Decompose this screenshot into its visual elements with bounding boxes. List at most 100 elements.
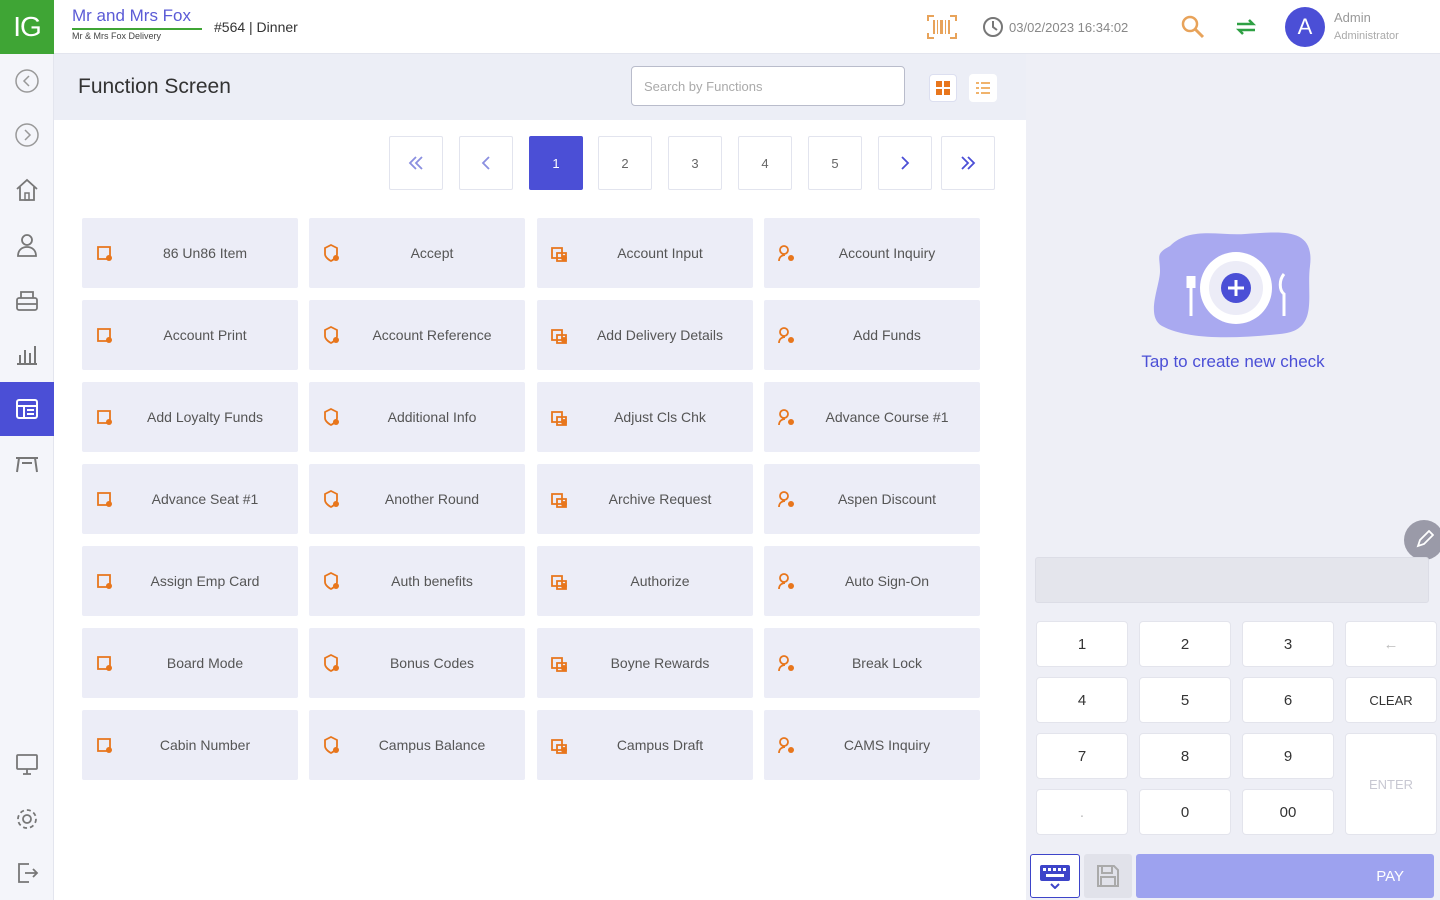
avatar[interactable]: A <box>1285 7 1325 47</box>
key-backspace[interactable]: ← <box>1345 621 1437 667</box>
key-5[interactable]: 5 <box>1139 677 1231 723</box>
function-icon <box>778 573 794 590</box>
edit-button[interactable] <box>1404 520 1440 560</box>
pay-button[interactable]: PAY <box>1136 854 1434 898</box>
sidebar-item-functions[interactable] <box>0 382 54 436</box>
function-tile-label: Board Mode <box>166 655 244 671</box>
page-3-button[interactable]: 3 <box>668 136 722 190</box>
function-tile[interactable]: Aspen Discount <box>764 464 980 534</box>
forward-circle-icon <box>15 123 39 147</box>
new-check-plate-icon[interactable] <box>1150 226 1320 342</box>
page-1-button[interactable]: 1 <box>529 136 583 190</box>
function-tile[interactable]: Advance Seat #1 <box>82 464 298 534</box>
user-role: Administrator <box>1334 30 1399 42</box>
function-tile[interactable]: Add Delivery Details <box>537 300 753 370</box>
key-0[interactable]: 0 <box>1139 789 1231 835</box>
user-name: Admin <box>1334 10 1371 25</box>
key-6[interactable]: 6 <box>1242 677 1334 723</box>
back-circle-icon <box>15 69 39 93</box>
chevron-right-icon <box>901 156 910 170</box>
function-tile-label: Advance Seat #1 <box>151 491 259 507</box>
key-7[interactable]: 7 <box>1036 733 1128 779</box>
sidebar <box>0 54 54 900</box>
function-tile[interactable]: Add Funds <box>764 300 980 370</box>
function-tile[interactable]: CAMS Inquiry <box>764 710 980 780</box>
sidebar-item-forward[interactable] <box>0 108 54 162</box>
function-tile-label: Campus Draft <box>616 737 704 753</box>
sidebar-item-tables[interactable] <box>0 436 54 490</box>
key-decimal[interactable]: . <box>1036 789 1128 835</box>
function-tile[interactable]: Account Inquiry <box>764 218 980 288</box>
keyboard-button[interactable] <box>1030 854 1080 898</box>
page-4-button[interactable]: 4 <box>738 136 792 190</box>
sidebar-item-monitor[interactable] <box>0 737 54 791</box>
sidebar-item-user[interactable] <box>0 218 54 272</box>
function-icon <box>97 492 112 507</box>
save-button[interactable] <box>1084 854 1132 898</box>
barcode-scan-icon[interactable] <box>926 14 958 40</box>
key-enter[interactable]: ENTER <box>1345 733 1437 835</box>
key-00[interactable]: 00 <box>1242 789 1334 835</box>
function-tile[interactable]: Accept <box>309 218 525 288</box>
function-icon <box>551 329 567 344</box>
sidebar-item-settings[interactable] <box>0 792 54 846</box>
sidebar-item-logout[interactable] <box>0 846 54 900</box>
function-tile[interactable]: Campus Draft <box>537 710 753 780</box>
function-tile[interactable]: Account Print <box>82 300 298 370</box>
function-tile[interactable]: Assign Emp Card <box>82 546 298 616</box>
function-tile[interactable]: Auth benefits <box>309 546 525 616</box>
function-tile[interactable]: Archive Request <box>537 464 753 534</box>
function-screen-icon <box>16 399 38 419</box>
key-9[interactable]: 9 <box>1242 733 1334 779</box>
key-3[interactable]: 3 <box>1242 621 1334 667</box>
function-tile[interactable]: Auto Sign-On <box>764 546 980 616</box>
function-tile[interactable]: Campus Balance <box>309 710 525 780</box>
function-tile[interactable]: Advance Course #1 <box>764 382 980 452</box>
first-page-button[interactable] <box>389 136 443 190</box>
last-page-button[interactable] <box>941 136 995 190</box>
list-view-button[interactable] <box>969 74 997 102</box>
new-check-label[interactable]: Tap to create new check <box>1118 352 1348 372</box>
pencil-icon <box>1416 530 1434 548</box>
function-tile-label: Account Reference <box>372 327 492 343</box>
function-tile-label: Aspen Discount <box>837 491 937 507</box>
grid-view-button[interactable] <box>929 74 957 102</box>
function-icon <box>324 325 339 345</box>
page-5-button[interactable]: 5 <box>808 136 862 190</box>
key-8[interactable]: 8 <box>1139 733 1231 779</box>
sidebar-item-register[interactable] <box>0 273 54 327</box>
function-tile[interactable]: Cabin Number <box>82 710 298 780</box>
function-icon <box>551 411 567 426</box>
function-tile[interactable]: Break Lock <box>764 628 980 698</box>
sidebar-item-home[interactable] <box>0 163 54 217</box>
key-clear[interactable]: CLEAR <box>1345 677 1437 723</box>
sync-icon[interactable] <box>1233 14 1259 40</box>
function-tile[interactable]: Account Input <box>537 218 753 288</box>
search-icon[interactable] <box>1180 14 1206 40</box>
restaurant-subtitle: Mr & Mrs Fox Delivery <box>72 28 202 41</box>
function-tile[interactable]: Bonus Codes <box>309 628 525 698</box>
key-1[interactable]: 1 <box>1036 621 1128 667</box>
function-icon <box>778 655 794 672</box>
function-tile[interactable]: Add Loyalty Funds <box>82 382 298 452</box>
function-tile-label: Another Round <box>384 491 480 507</box>
function-icon <box>778 491 794 508</box>
logout-icon <box>18 863 39 883</box>
function-tile[interactable]: Account Reference <box>309 300 525 370</box>
function-tile[interactable]: Boyne Rewards <box>537 628 753 698</box>
function-tile[interactable]: Additional Info <box>309 382 525 452</box>
sidebar-item-reports[interactable] <box>0 327 54 381</box>
function-tile[interactable]: Adjust Cls Chk <box>537 382 753 452</box>
key-2[interactable]: 2 <box>1139 621 1231 667</box>
function-tile[interactable]: Authorize <box>537 546 753 616</box>
restaurant-selector[interactable]: Mr and Mrs Fox Mr & Mrs Fox Delivery <box>72 6 202 41</box>
function-tile[interactable]: Another Round <box>309 464 525 534</box>
prev-page-button[interactable] <box>459 136 513 190</box>
key-4[interactable]: 4 <box>1036 677 1128 723</box>
next-page-button[interactable] <box>878 136 932 190</box>
function-tile[interactable]: Board Mode <box>82 628 298 698</box>
function-tile[interactable]: 86 Un86 Item <box>82 218 298 288</box>
function-search-input[interactable] <box>631 66 905 106</box>
sidebar-item-back[interactable] <box>0 54 54 108</box>
page-2-button[interactable]: 2 <box>598 136 652 190</box>
